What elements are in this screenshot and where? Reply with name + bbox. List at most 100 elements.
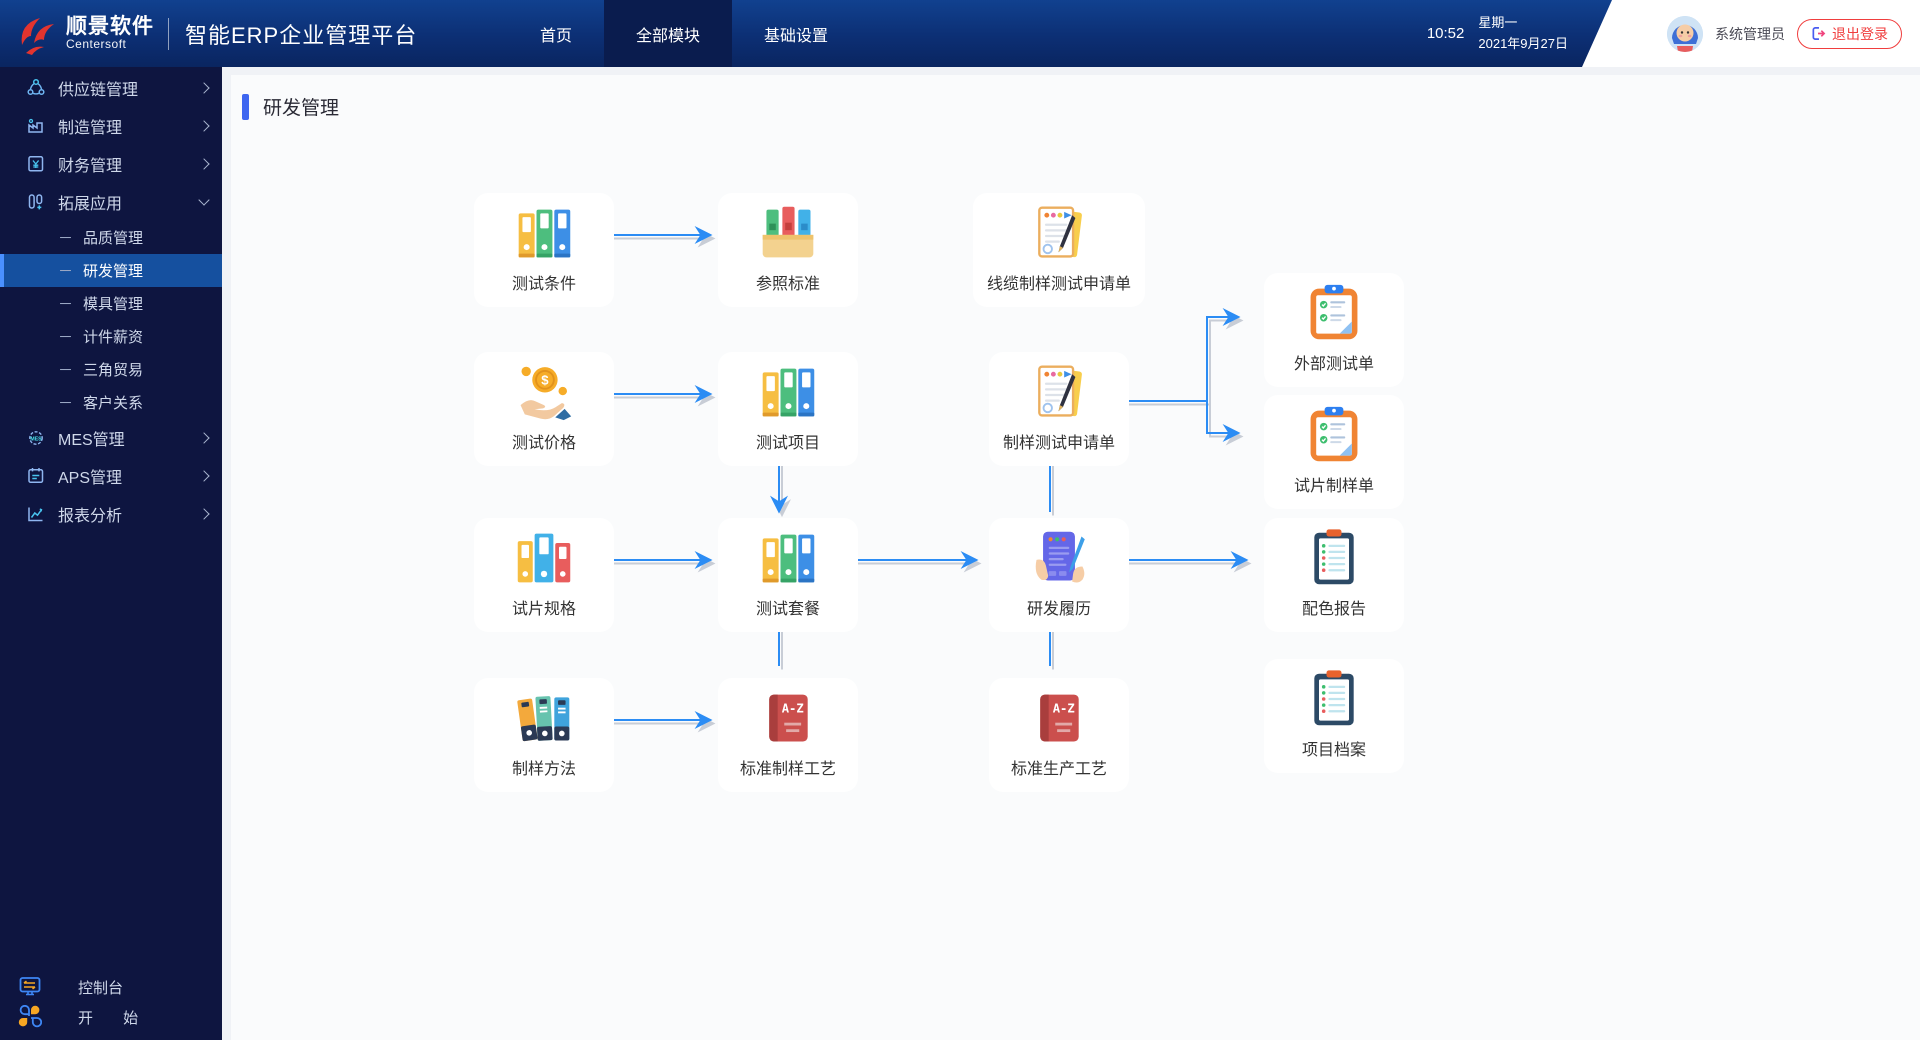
sidebar: 供应链管理 制造管理 财务管理 (0, 67, 222, 1040)
chevron-right-icon (198, 158, 209, 169)
sidebar-subitem-customer[interactable]: － 客户关系 (0, 386, 222, 419)
svg-text:MES: MES (30, 436, 42, 442)
flow-node-color-report[interactable]: 配色报告 (1264, 518, 1404, 632)
logout-button[interactable]: 退出登录 (1797, 19, 1902, 49)
sidebar-subitem-quality[interactable]: － 品质管理 (0, 221, 222, 254)
supply-chain-icon (26, 78, 46, 98)
chevron-down-icon (198, 194, 209, 205)
sidebar-item-label: 制造管理 (58, 114, 200, 138)
flow-node-reference-standard[interactable]: 参照标准 (718, 193, 858, 307)
finance-icon (26, 154, 46, 174)
start-clover-icon (18, 1005, 42, 1029)
flow-node-test-conditions[interactable]: 测试条件 (474, 193, 614, 307)
flow-node-sample-test-request[interactable]: 制样测试申请单 (989, 352, 1129, 466)
console-button[interactable]: 控制台 (0, 972, 222, 1002)
svg-text:A-Z: A-Z (1053, 701, 1075, 715)
sidebar-item-label: MES管理 (58, 426, 200, 450)
sidebar-subitem-label: 客户关系 (83, 392, 143, 413)
start-button[interactable]: 开 始 (0, 1002, 222, 1032)
flow-node-label: 测试条件 (512, 270, 576, 294)
flow-node-project-archive[interactable]: 项目档案 (1264, 659, 1404, 773)
brand: 顺景软件 Centersoft 智能ERP企业管理平台 (0, 11, 417, 57)
sidebar-item-aps[interactable]: APS管理 (0, 457, 222, 495)
sidebar-subitem-label: 品质管理 (83, 227, 143, 248)
clock: 10:52 星期一 2021年9月27日 (1427, 0, 1568, 67)
flow-node-specimen-spec[interactable]: 试片规格 (474, 518, 614, 632)
flow-node-label: 标准制样工艺 (740, 755, 836, 779)
clipboard-navy-icon (1304, 528, 1364, 588)
document-hands-icon (1029, 528, 1089, 588)
chevron-right-icon (198, 508, 209, 519)
svg-text:A-Z: A-Z (782, 701, 804, 715)
flow-node-label: 试片制样单 (1294, 472, 1374, 496)
flow-node-test-price[interactable]: $ 测试价格 (474, 352, 614, 466)
user-area: 系统管理员 退出登录 (1582, 0, 1920, 67)
sidebar-subitem-triangle-trade[interactable]: － 三角贸易 (0, 353, 222, 386)
sidebar-item-manufacturing[interactable]: 制造管理 (0, 107, 222, 145)
flow-node-label: 试片规格 (512, 595, 576, 619)
sidebar-item-report-analysis[interactable]: 报表分析 (0, 495, 222, 533)
extensions-icon (26, 192, 46, 212)
clipboard-navy-icon (1304, 669, 1364, 729)
flow-node-label: 制样测试申请单 (1003, 429, 1115, 453)
sidebar-item-finance[interactable]: 财务管理 (0, 145, 222, 183)
flow-node-external-test-order[interactable]: 外部测试单 (1264, 273, 1404, 387)
flow-node-label: 测试套餐 (756, 595, 820, 619)
avatar[interactable] (1667, 16, 1703, 52)
sidebar-item-extensions[interactable]: 拓展应用 (0, 183, 222, 221)
binders-icon (514, 203, 574, 263)
flow-diagram: 测试条件 参照标准 (231, 75, 1920, 1040)
nav-tab-all-modules[interactable]: 全部模块 (604, 0, 732, 67)
brand-subname: Centersoft (66, 38, 154, 51)
book-az-icon: A-Z (1029, 688, 1089, 748)
sidebar-subitem-mold[interactable]: － 模具管理 (0, 287, 222, 320)
chevron-right-icon (198, 432, 209, 443)
flow-node-label: 参照标准 (756, 270, 820, 294)
flow-node-label: 线缆制样测试申请单 (987, 270, 1131, 294)
clock-weekday: 星期一 (1478, 13, 1568, 33)
sidebar-subitem-rnd[interactable]: － 研发管理 (0, 254, 222, 287)
console-monitor-icon (18, 975, 42, 999)
nav-tab-basic-settings[interactable]: 基础设置 (732, 0, 860, 67)
sidebar-subitem-piecework[interactable]: － 计件薪资 (0, 320, 222, 353)
erp-application: 顺景软件 Centersoft 智能ERP企业管理平台 首页 全部模块 基础设置… (0, 0, 1920, 1040)
flow-node-standard-production-process[interactable]: A-Z 标准生产工艺 (989, 678, 1129, 792)
flow-node-test-package[interactable]: 测试套餐 (718, 518, 858, 632)
flow-node-sampling-method[interactable]: 制样方法 (474, 678, 614, 792)
nav-tab-home[interactable]: 首页 (508, 0, 604, 67)
sidebar-subitem-label: 研发管理 (83, 260, 143, 281)
flow-node-label: 项目档案 (1302, 736, 1366, 760)
mes-gear-icon: MES (26, 428, 46, 448)
flow-node-test-items[interactable]: 测试项目 (718, 352, 858, 466)
bookstand-icon (758, 203, 818, 263)
chevron-right-icon (198, 470, 209, 481)
flow-node-rnd-history[interactable]: 研发履历 (989, 518, 1129, 632)
sidebar-item-label: 财务管理 (58, 152, 200, 176)
sidebar-subitem-label: 三角贸易 (83, 359, 143, 380)
flow-node-cable-sample-test-request[interactable]: 线缆制样测试申请单 (973, 193, 1145, 307)
top-nav: 首页 全部模块 基础设置 (508, 0, 860, 67)
app-title: 智能ERP企业管理平台 (185, 18, 417, 50)
manufacturing-icon (26, 116, 46, 136)
sidebar-item-mes[interactable]: MES MES管理 (0, 419, 222, 457)
form-pen-icon (1029, 203, 1089, 263)
flow-node-label: 测试价格 (512, 429, 576, 453)
start-label: 开 始 (78, 1007, 151, 1028)
chevron-right-icon (198, 82, 209, 93)
flow-node-specimen-sample-order[interactable]: 试片制样单 (1264, 395, 1404, 509)
sidebar-item-label: 拓展应用 (58, 190, 200, 214)
price-hand-icon: $ (514, 362, 574, 422)
report-chart-icon (26, 504, 46, 524)
logout-icon (1811, 26, 1826, 41)
binders-tilted-icon (514, 688, 574, 748)
brand-name: 顺景软件 (66, 16, 154, 38)
clipboard-orange-icon (1304, 405, 1364, 465)
clock-time: 10:52 (1427, 25, 1465, 42)
flow-node-label: 标准生产工艺 (1011, 755, 1107, 779)
svg-text:$: $ (541, 373, 549, 388)
sidebar-item-supply-chain[interactable]: 供应链管理 (0, 69, 222, 107)
flow-node-label: 制样方法 (512, 755, 576, 779)
flow-node-standard-sampling-process[interactable]: A-Z 标准制样工艺 (718, 678, 858, 792)
flow-node-label: 研发履历 (1027, 595, 1091, 619)
sidebar-item-label: 供应链管理 (58, 76, 200, 100)
